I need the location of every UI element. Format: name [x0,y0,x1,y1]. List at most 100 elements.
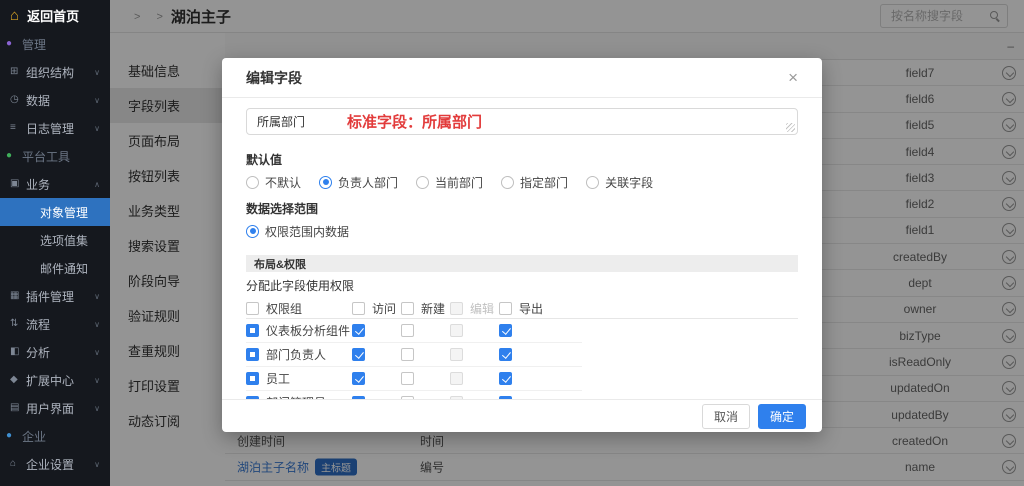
sidebar-item[interactable]: ⇅ 流程 [0,310,110,338]
radio-option[interactable]: 关联字段 [586,174,653,191]
checkbox-icon[interactable] [246,302,259,315]
permission-column-label: 访问 [372,300,396,317]
cancel-button[interactable]: 取消 [702,404,750,429]
sidebar-item[interactable]: ◉ 系统安全 [0,478,110,486]
radio-option[interactable]: 当前部门 [416,174,483,191]
sidebar-item[interactable]: ⌂ 企业设置 [0,450,110,478]
sidebar-item-label: 管理 [22,36,46,53]
create-cell [401,372,450,385]
checkbox-icon[interactable] [401,302,414,315]
sidebar: ⌂ 返回首页 ● 管理 ⊞ 组织结构 ◷ 数据 ≡ 日志管理 ● 平台工具 [0,0,110,486]
chevron-down-icon [94,348,100,357]
access-checkbox-icon[interactable] [352,396,365,399]
sidebar-item[interactable]: ◷ 数据 [0,86,110,114]
export-checkbox-icon[interactable] [499,324,512,337]
modal-header: 编辑字段 × [222,58,822,98]
row-select-checkbox-icon[interactable] [246,372,259,385]
confirm-button[interactable]: 确定 [758,404,806,429]
radio-option[interactable]: 指定部门 [501,174,568,191]
permission-column-label: 新建 [421,300,445,317]
chevron-down-icon [94,292,100,301]
close-icon[interactable]: × [788,69,798,86]
chevron-down-icon [94,376,100,385]
permission-table-rows: 仪表板分析组件 部门负责人 [246,319,798,399]
chart-icon: ◧ [10,347,26,357]
export-cell [499,372,548,385]
access-checkbox-icon[interactable] [352,372,365,385]
sidebar-home-link[interactable]: ⌂ 返回首页 [0,0,110,30]
log-icon: ≡ [10,123,26,133]
modal-body: 所属部门 标准字段：所属部门 默认值 不默认 负责人部门 当前部门 指定部门 [222,98,822,399]
export-checkbox-icon[interactable] [499,348,512,361]
row-select-checkbox-icon[interactable] [246,348,259,361]
create-checkbox-icon[interactable] [401,324,414,337]
sidebar-item-label: 插件管理 [26,288,74,305]
dot-green-icon: ● [6,151,22,161]
flow-icon: ⇅ [10,319,26,329]
chevron-down-icon [94,404,100,413]
sidebar-item-label: 日志管理 [26,120,74,137]
field-name-value: 所属部门 [257,113,305,130]
permission-column-label: 导出 [519,300,543,317]
permission-column-header: 访问 [352,300,401,317]
layout-permission-section-header: 布局&权限 [246,255,798,272]
permission-group-cell: 员工 [246,370,352,387]
export-checkbox-icon[interactable] [499,396,512,399]
create-checkbox-icon[interactable] [401,348,414,361]
sidebar-item-label: 选项值集 [40,232,88,249]
sidebar-item[interactable]: ● 企业 [0,422,110,450]
edit-checkbox-icon [450,372,463,385]
permission-row: 仪表板分析组件 [246,319,582,343]
radio-option[interactable]: 权限范围内数据 [246,223,349,240]
permission-group-name: 部门负责人 [266,346,326,363]
radio-option[interactable]: 负责人部门 [319,174,398,191]
data-scope-label: 数据选择范围 [246,200,798,217]
home-icon: ⌂ [10,8,19,23]
create-checkbox-icon[interactable] [401,372,414,385]
sidebar-item[interactable]: 邮件通知 [0,254,110,282]
radio-option[interactable]: 不默认 [246,174,301,191]
sidebar-item[interactable]: 选项值集 [0,226,110,254]
export-checkbox-icon[interactable] [499,372,512,385]
row-select-checkbox-icon[interactable] [246,396,259,399]
access-checkbox-icon[interactable] [352,348,365,361]
sidebar-item[interactable]: ≡ 日志管理 [0,114,110,142]
sidebar-item[interactable]: ▦ 插件管理 [0,282,110,310]
sidebar-item[interactable]: ◆ 扩展中心 [0,366,110,394]
permission-column-label: 编辑 [470,300,494,317]
default-value-label: 默认值 [246,151,798,168]
sidebar-item[interactable]: ● 管理 [0,30,110,58]
sidebar-item[interactable]: ● 平台工具 [0,142,110,170]
checkbox-icon[interactable] [352,302,365,315]
radio-icon [416,176,429,189]
sidebar-item[interactable]: ▣ 业务 [0,170,110,198]
sidebar-item[interactable]: ▤ 用户界面 [0,394,110,422]
modal-footer: 取消 确定 [222,399,822,432]
create-cell [401,348,450,361]
access-checkbox-icon[interactable] [352,324,365,337]
edit-checkbox-icon [450,396,463,399]
ui-icon: ▤ [10,403,26,413]
export-cell [499,324,548,337]
chevron-down-icon [94,460,100,469]
field-name-textarea[interactable]: 所属部门 标准字段：所属部门 [246,108,798,135]
sidebar-item[interactable]: ◧ 分析 [0,338,110,366]
chevron-down-icon [94,124,100,133]
data-scope-radio-group: 权限范围内数据 [246,223,798,239]
create-cell [401,324,450,337]
edit-cell [450,348,499,361]
checkbox-icon[interactable] [499,302,512,315]
permission-table-header: 权限组 访问 新建 编辑 导出 [246,299,798,319]
resize-handle[interactable] [786,123,795,132]
permission-group-name: 员工 [266,370,290,387]
dot-blue-icon: ● [6,431,22,441]
permission-group-cell: 部门负责人 [246,346,352,363]
checkbox-icon[interactable] [450,302,463,315]
row-select-checkbox-icon[interactable] [246,324,259,337]
building-icon: ⌂ [10,459,26,469]
create-checkbox-icon[interactable] [401,396,414,399]
permission-column-header: 权限组 [246,300,352,317]
sidebar-item[interactable]: 对象管理 [0,198,110,226]
sidebar-item-label: 扩展中心 [26,372,74,389]
sidebar-item[interactable]: ⊞ 组织结构 [0,58,110,86]
